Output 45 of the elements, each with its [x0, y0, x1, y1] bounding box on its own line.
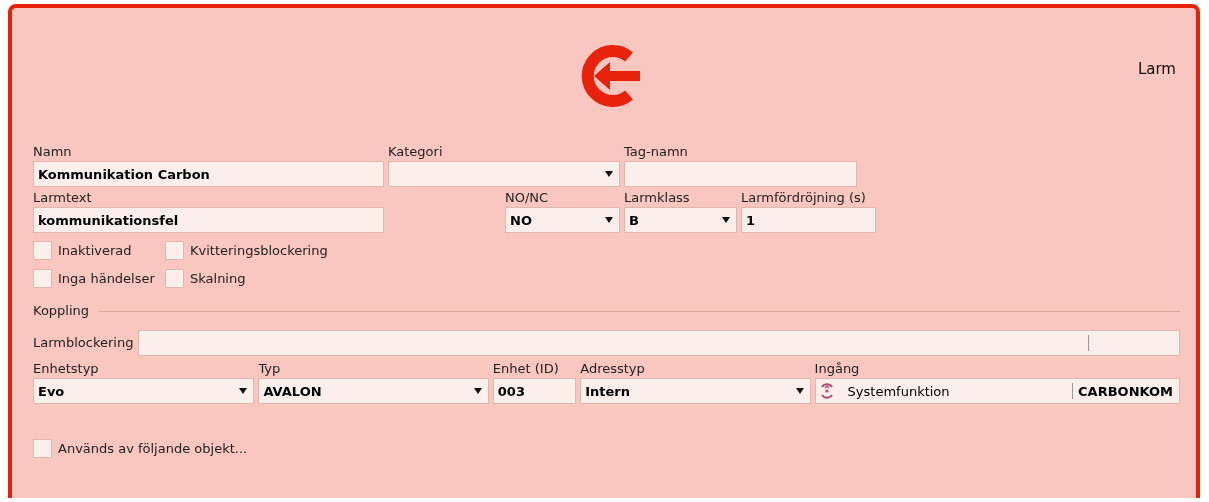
text-field[interactable] [624, 161, 857, 187]
checkbox[interactable] [33, 439, 52, 458]
field-label: Enhet (ID) [492, 360, 560, 378]
dropdown[interactable]: Intern [580, 378, 811, 404]
caret-icon [473, 388, 482, 394]
checkbox[interactable] [33, 269, 52, 288]
checkbox-label: Används av följande objekt... [58, 441, 248, 456]
field-label: Larmtext [33, 189, 93, 207]
checkbox[interactable] [165, 269, 184, 288]
checkbox-label: Skalning [190, 271, 246, 286]
field-label: Enhetstyp [33, 360, 100, 378]
field-label: Adresstyp [580, 360, 646, 378]
dropdown[interactable]: B [624, 207, 737, 233]
field-label: NO/NC [505, 189, 550, 207]
signal-icon [819, 382, 834, 400]
checkbox-label: Inga händelser [58, 271, 155, 286]
dropdown[interactable]: NO [505, 207, 620, 233]
text-field[interactable]: 003 [492, 378, 577, 404]
dropdown[interactable]: Evo [33, 378, 255, 404]
field-label: Tag-namn [624, 143, 689, 161]
field-label: Larmfördröjning (s) [741, 189, 867, 207]
checkbox[interactable] [33, 241, 52, 260]
text-field[interactable]: Kommunikation Carbon [33, 161, 384, 187]
caret-icon [795, 388, 804, 394]
caret-icon [605, 217, 613, 223]
field-label: Typ [258, 360, 282, 378]
page-title: Larm [1137, 60, 1176, 78]
dropdown[interactable]: AVALON [258, 378, 489, 404]
field-label: Ingång [814, 360, 861, 378]
section-title: Koppling [33, 302, 90, 320]
field-label: Larmblockering [33, 334, 134, 352]
caret-icon [239, 388, 248, 394]
caret-icon [605, 171, 613, 177]
dropdown[interactable] [388, 161, 620, 187]
input-selector[interactable]: Systemfunktion CARBONKOM [814, 378, 1180, 404]
checkbox-label: Inaktiverad [58, 243, 132, 258]
text-field[interactable]: 1 [741, 207, 876, 233]
field-label: Kategori [388, 143, 444, 161]
caret-icon [722, 217, 730, 223]
text-field[interactable]: kommunikationsfel [33, 207, 384, 233]
field-label: Namn [33, 143, 73, 161]
checkbox[interactable] [165, 241, 184, 260]
checkbox-label: Kvitteringsblockering [190, 243, 328, 258]
field-label: Larmklass [624, 189, 691, 207]
blocking-field[interactable] [138, 330, 1180, 356]
